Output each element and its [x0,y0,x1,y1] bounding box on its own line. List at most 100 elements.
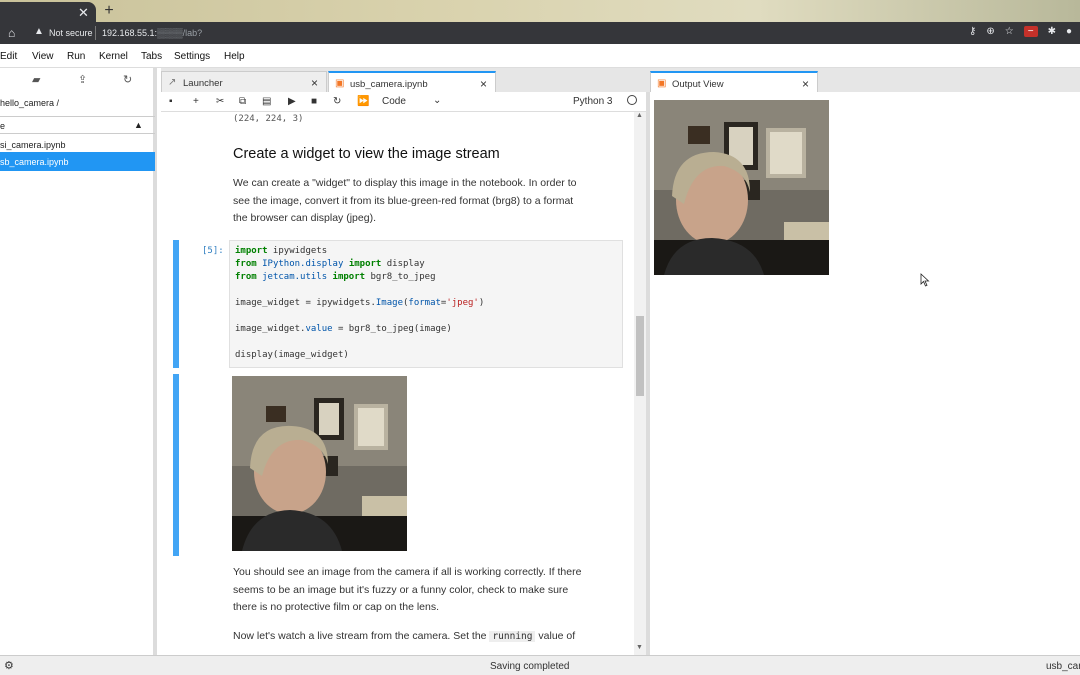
url-host: 192.168.55.1: [102,28,158,38]
chevron-down-icon[interactable]: ⌄ [433,95,441,106]
tab-label: Launcher [183,78,223,89]
tab-label: usb_camera.ipynb [350,79,428,90]
camera-image [232,376,407,551]
menu-view[interactable]: View [32,51,54,62]
after-paragraph: You should see an image from the camera … [233,564,603,617]
camera-frame-picture [232,376,407,551]
tab-launcher[interactable]: ↗ Launcher × [161,71,327,92]
menu-settings[interactable]: Settings [174,51,210,62]
scrollbar-thumb[interactable] [636,316,644,396]
inline-code: running [489,631,536,642]
code-token: jetcam.utils [256,272,333,282]
profile-icon[interactable]: ● [1066,26,1072,37]
status-notebook-name: usb_car [1046,661,1080,672]
warning-icon[interactable]: ▲ [34,26,44,37]
kernel-name[interactable]: Python 3 [573,96,612,107]
output-cell-bar[interactable] [173,374,179,556]
cell-prompt: [5]: [202,246,224,256]
code-token: display [381,259,425,269]
security-label[interactable]: Not secure [49,28,93,38]
extension-icon[interactable]: − [1023,26,1038,37]
text-line: the browser can display (jpeg). [233,212,376,224]
settings-icon[interactable]: ⚙ [4,659,14,672]
text-line: You should see an image from the camera … [233,566,582,578]
code-cell[interactable]: import ipywidgets from IPython.display i… [229,240,623,368]
name-column-label: e [0,121,6,131]
code-token: format [408,298,441,308]
scroll-up-icon[interactable]: ▲ [636,112,643,119]
breadcrumb[interactable]: hello_camera / [0,98,59,108]
divider [95,26,96,40]
sort-up-icon[interactable]: ▲ [134,120,143,130]
text-line: seems to be an image but it's fuzzy or a… [233,583,569,596]
menu-tabs[interactable]: Tabs [141,51,162,62]
scroll-down-icon[interactable]: ▼ [636,644,643,651]
extension-puzzle-icon[interactable]: ✱ [1048,26,1056,37]
section-heading: Create a widget to view the image stream [233,146,500,162]
code-token: image_widget. [235,324,306,334]
menu-run[interactable]: Run [67,51,85,62]
star-icon[interactable]: ☆ [1005,26,1014,37]
main-tab-bar: ↗ Launcher × ▣ usb_camera.ipynb × ▣ Outp… [161,68,1080,92]
file-list-header[interactable]: e ▲ [0,116,155,134]
tab-usb-camera[interactable]: ▣ usb_camera.ipynb × [328,71,496,92]
text-span: Now let's watch a live stream from the c… [233,630,490,642]
notebook-scrollbar[interactable]: ▲ ▼ [634,112,646,655]
file-item-selected[interactable]: sb_camera.ipynb [0,152,155,171]
new-tab-button[interactable]: + [100,2,118,20]
notebook-icon: ▣ [657,78,667,89]
browser-tab[interactable]: ✕ [0,2,96,22]
copy-icon[interactable]: ⧉ [239,96,246,107]
add-cell-icon[interactable]: + [193,96,199,107]
kernel-status-icon [627,95,637,105]
menu-kernel[interactable]: Kernel [99,51,128,62]
menu-bar: Edit View Run Kernel Tabs Settings Help [0,44,1080,68]
menu-edit[interactable]: Edit [0,51,17,62]
url-redacted: ▒▒▒▒ [157,28,183,38]
previous-output: (224, 224, 3) [233,114,304,124]
new-folder-icon[interactable]: ▰ [32,73,40,86]
code-token: ipywidgets [267,246,328,256]
stop-icon[interactable]: ■ [311,96,317,107]
launcher-icon: ↗ [168,77,177,88]
close-icon[interactable]: × [480,77,487,91]
text-line: there is no protective film or cap on th… [233,601,440,613]
upload-icon[interactable]: ⇪ [78,73,87,86]
menu-help[interactable]: Help [224,51,245,62]
status-message: Saving completed [490,661,570,672]
code-token: = bgr8_to_jpeg(image) [332,324,452,334]
browser-actions: ⚷ ⊕ ☆ − ✱ ● [969,26,1072,37]
code-token: from [235,259,257,269]
address-bar: ⌂ ▲ Not secure 192.168.55.1:▒▒▒▒/lab? ⚷ … [0,22,1080,44]
text-line: see the image, convert it from its blue-… [233,194,574,207]
close-icon[interactable]: × [802,77,809,91]
close-icon[interactable]: × [311,76,318,90]
tab-output-view[interactable]: ▣ Output View × [650,71,818,92]
cell-type-select[interactable]: Code [382,96,406,107]
mouse-cursor-icon [920,273,930,287]
code-token: display(image_widget) [235,350,349,360]
url-field[interactable]: 192.168.55.1:▒▒▒▒/lab? [102,28,202,38]
code-token: IPython.display [256,259,349,269]
paste-icon[interactable]: ▤ [262,96,271,107]
notebook-content[interactable]: (224, 224, 3) Create a widget to view th… [161,112,646,655]
zoom-icon[interactable]: ⊕ [986,26,994,37]
notebook-icon: ▣ [335,78,345,89]
run-icon[interactable]: ▶ [288,96,296,107]
fast-forward-icon[interactable]: ⏩ [357,96,369,107]
code-token: image_widget = ipywidgets. [235,298,376,308]
cut-icon[interactable]: ✂ [216,96,224,107]
code-token: import [235,246,268,256]
code-token: from [235,272,257,282]
file-browser: ▰ ⇪ ↻ hello_camera / e ▲ si_camera.ipynb… [0,68,157,655]
active-cell-bar[interactable] [173,240,179,368]
intro-paragraph: We can create a "widget" to display this… [233,175,603,228]
key-icon[interactable]: ⚷ [969,26,976,37]
save-icon[interactable]: ▪ [169,96,173,107]
code-token: ) [478,298,485,308]
home-icon[interactable]: ⌂ [8,26,15,40]
restart-icon[interactable]: ↻ [333,96,341,107]
refresh-icon[interactable]: ↻ [123,73,132,86]
url-path: /lab? [182,28,203,38]
browser-tab-close-icon[interactable]: ✕ [78,5,89,21]
